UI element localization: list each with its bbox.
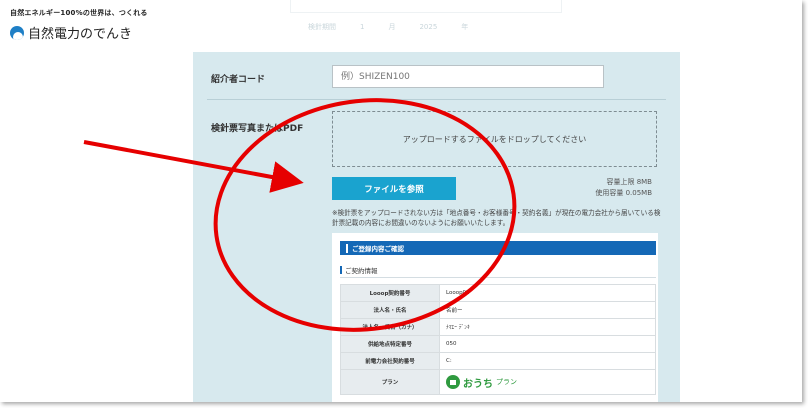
referrer-code-input[interactable] [332, 65, 604, 88]
table-row: 法人名・氏名（カナ） ﾅﾏｴｰ ﾃﾞﾝｷ [340, 318, 656, 336]
row-key: Looop契約番号 [340, 284, 440, 302]
capacity-used: 使用容量 0.05MB [595, 189, 652, 197]
row-key: 法人名・氏名（カナ） [340, 318, 440, 336]
section-accent-bar [340, 266, 342, 274]
billing-period-value-4: 年 [461, 23, 469, 31]
contract-info-table: Looop契約番号 Looop02 法人名・氏名 名前ー 法人名・氏名（カナ） … [340, 284, 656, 395]
row-divider [207, 99, 666, 100]
plan-name: おうち [463, 378, 493, 390]
row-key: 前電力会社契約番号 [340, 352, 440, 370]
brand-header: 自然エネルギー100%の世界は、つくれる 自然電力のでんき [10, 8, 148, 42]
row-key: プラン [340, 369, 440, 395]
contract-section-label: ご契約情報 [340, 265, 378, 275]
billing-period-faded: 検針期間 1 月 2025 年 [308, 18, 558, 36]
brand-logo[interactable]: 自然電力のでんき [10, 23, 148, 42]
billing-period-label: 検針期間 [308, 23, 336, 31]
referrer-code-label: 紹介者コード [211, 75, 266, 85]
upload-note: ※検針票をアップロードされない方は「地点番号・お客様番号・契約名義」が現在の電力… [332, 209, 661, 227]
confirmation-title: ご登録内容ご確認 [352, 245, 404, 253]
row-value: C: [439, 352, 656, 370]
brand-tagline: 自然エネルギー100%の世界は、つくれる [10, 9, 148, 17]
row-value: ﾅﾏｴｰ ﾃﾞﾝｷ [439, 318, 656, 336]
house-icon [446, 375, 460, 389]
row-value: 050 [439, 335, 656, 353]
header-accent-bar [346, 243, 348, 253]
plan-suffix: プラン [496, 378, 517, 386]
billing-period-value-3: 2025 [419, 23, 438, 31]
row-value: Looop02 [439, 284, 656, 302]
table-row: 法人名・氏名 名前ー [340, 301, 656, 319]
browse-file-button[interactable]: ファイルを参照 [332, 177, 456, 200]
brand-name: 自然電力のでんき [28, 27, 133, 42]
table-row: プラン おうち プラン [340, 369, 656, 395]
upload-label: 検針票写真またはPDF [211, 124, 304, 134]
row-key: 法人名・氏名 [340, 301, 440, 319]
droplet-logo-icon [10, 25, 24, 40]
plan-cell: おうち プラン [439, 369, 656, 395]
billing-period-value-1: 1 [360, 23, 365, 31]
confirmation-panel: ご登録内容ご確認 ご契約情報 Looop契約番号 Looop02 法人名・氏名 … [332, 233, 658, 402]
file-dropzone[interactable]: アップロードするファイルをドロップしてください [332, 111, 657, 167]
table-row: 前電力会社契約番号 C: [340, 352, 656, 370]
top-faded-box [290, 0, 562, 13]
table-row: Looop契約番号 Looop02 [340, 284, 656, 302]
table-row: 供給地点特定番号 050 [340, 335, 656, 353]
section-divider [340, 277, 656, 278]
row-key: 供給地点特定番号 [340, 335, 440, 353]
plan-logo: おうち プラン [446, 375, 649, 390]
row-value: 名前ー [439, 301, 656, 319]
capacity-limit: 容量上限 8MB [606, 178, 652, 186]
screenshot-frame: 自然エネルギー100%の世界は、つくれる 自然電力のでんき 検針期間 1 月 2… [0, 0, 802, 402]
dropzone-text: アップロードするファイルをドロップしてください [402, 134, 587, 144]
confirmation-header: ご登録内容ご確認 [340, 241, 656, 255]
billing-period-value-2: 月 [388, 23, 396, 31]
contract-section-text: ご契約情報 [345, 267, 378, 275]
